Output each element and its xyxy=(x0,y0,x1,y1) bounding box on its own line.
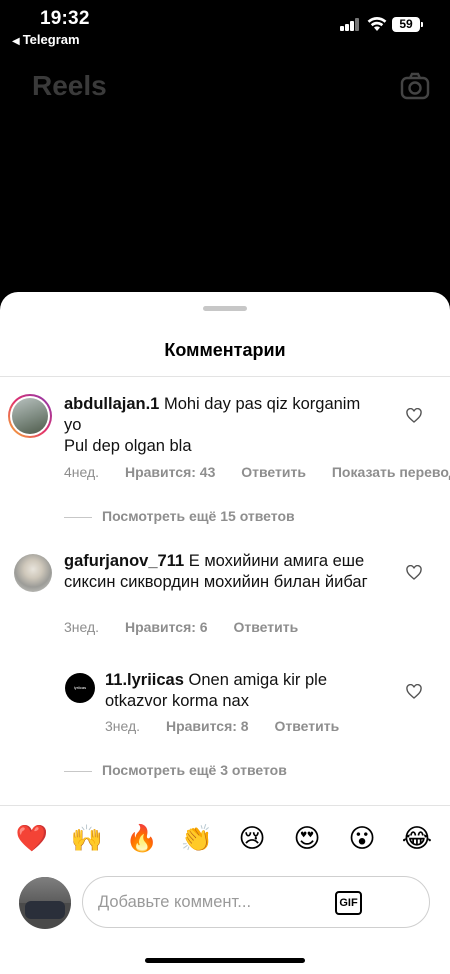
clock: 19:32 xyxy=(40,8,90,29)
comment-body: 11.lyriicas Onen amiga kir ple otkazvor … xyxy=(105,670,375,712)
comment-username[interactable]: 11.lyriicas xyxy=(105,671,184,689)
reply-button[interactable]: Ответить xyxy=(233,619,298,635)
divider xyxy=(0,805,450,806)
cellular-signal-icon xyxy=(340,18,360,31)
heart-eyes-emoji[interactable]: 😍 xyxy=(289,818,325,858)
comment-likes[interactable]: Нравится: 43 xyxy=(125,464,215,480)
wifi-icon xyxy=(367,16,387,31)
comment-meta: 3нед. Нравится: 6 Ответить xyxy=(64,619,320,635)
avatar[interactable]: lyriicas xyxy=(65,673,95,703)
comment-meta: 3нед. Нравится: 8 Ответить xyxy=(105,718,361,734)
crying-emoji[interactable]: 😢 xyxy=(234,818,270,858)
status-bar: 19:32 ◀ Telegram 59 xyxy=(0,0,450,52)
translate-button[interactable]: Показать перевод xyxy=(332,464,450,480)
comment-body: gafurjanov_711 Е мохийини амига еше сикс… xyxy=(64,551,384,593)
avatar[interactable] xyxy=(14,554,52,592)
heart-icon[interactable] xyxy=(406,408,422,423)
back-to-app-link[interactable]: ◀ Telegram xyxy=(12,32,80,47)
fire-emoji[interactable]: 🔥 xyxy=(124,818,160,858)
comments-sheet: Комментарии abdullajan.1 Mohi day pas qi… xyxy=(0,292,450,974)
comment-body: abdullajan.1 Mohi day pas qiz korganim y… xyxy=(64,394,374,457)
back-arrow-icon: ◀ xyxy=(12,36,20,47)
reply-button[interactable]: Ответить xyxy=(241,464,306,480)
emoji-quick-bar: ❤️ 🙌 🔥 👏 😢 😍 😮 😂 xyxy=(0,818,450,858)
divider xyxy=(0,376,450,377)
comment-username[interactable]: gafurjanov_711 xyxy=(64,552,184,570)
comment-input-placeholder: Добавьте коммент... xyxy=(98,893,252,911)
comment-likes[interactable]: Нравится: 8 xyxy=(166,718,249,734)
heart-icon[interactable] xyxy=(406,565,422,580)
comment-time: 3нед. xyxy=(105,718,141,734)
reply-button[interactable]: Ответить xyxy=(274,718,339,734)
heart-emoji[interactable]: ❤️ xyxy=(14,818,50,858)
heart-icon[interactable] xyxy=(406,684,422,699)
drag-handle[interactable] xyxy=(203,306,247,311)
page-title: Reels xyxy=(32,70,107,101)
view-more-replies[interactable]: Посмотреть ещё 3 ответов xyxy=(64,762,287,778)
comment-time: 3нед. xyxy=(64,619,100,635)
comment-likes[interactable]: Нравится: 6 xyxy=(125,619,208,635)
comment-username[interactable]: abdullajan.1 xyxy=(64,395,159,413)
battery-icon: 59 xyxy=(392,17,423,32)
comment-meta: 4нед. Нравится: 43 Ответить Показать пер… xyxy=(64,464,450,480)
laughing-emoji[interactable]: 😂 xyxy=(399,818,435,858)
avatar[interactable] xyxy=(8,394,52,438)
raised-hands-emoji[interactable]: 🙌 xyxy=(69,818,105,858)
comment-input[interactable]: Добавьте коммент... GIF xyxy=(82,876,430,928)
surprised-emoji[interactable]: 😮 xyxy=(344,818,380,858)
camera-icon[interactable] xyxy=(400,72,430,100)
my-avatar xyxy=(19,877,71,929)
clap-emoji[interactable]: 👏 xyxy=(179,818,215,858)
back-app-label: Telegram xyxy=(22,32,80,47)
home-indicator xyxy=(145,958,305,963)
view-more-replies[interactable]: Посмотреть ещё 15 ответов xyxy=(64,508,295,524)
gif-button[interactable]: GIF xyxy=(335,891,362,915)
sheet-title: Комментарии xyxy=(164,340,286,360)
comment-time: 4нед. xyxy=(64,464,100,480)
